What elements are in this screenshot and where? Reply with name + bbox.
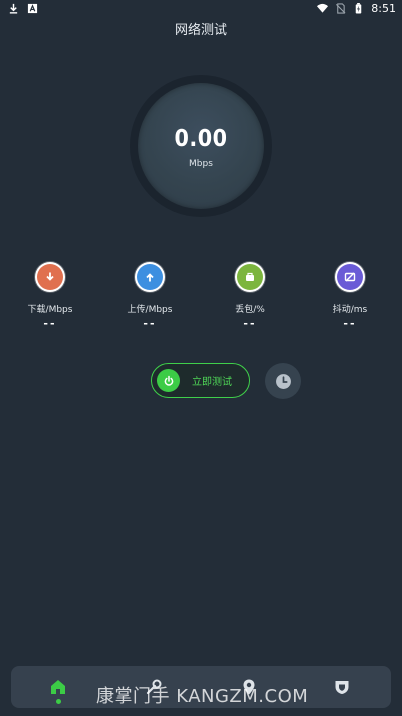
upload-arrow-icon xyxy=(137,264,163,290)
jitter-icon xyxy=(337,264,363,290)
status-bar: 8:51 xyxy=(0,0,402,18)
stat-packet-loss-label: 丢包/% xyxy=(235,305,265,315)
stat-packet-loss-value: -- xyxy=(243,317,257,330)
nav-active-indicator xyxy=(56,699,61,704)
packet-loss-icon xyxy=(237,264,263,290)
stat-download: 下载/Mbps -- xyxy=(0,264,100,330)
speed-unit: Mbps xyxy=(189,159,213,169)
download-icon xyxy=(9,3,18,14)
status-bar-right: 8:51 xyxy=(317,2,396,15)
battery-icon xyxy=(356,3,362,14)
stat-jitter-value: -- xyxy=(343,317,357,330)
nav-shield[interactable] xyxy=(332,677,352,697)
power-icon xyxy=(157,369,180,392)
speed-gauge: 0.00 Mbps xyxy=(130,75,272,217)
nav-home[interactable] xyxy=(48,677,68,697)
download-arrow-icon xyxy=(37,264,63,290)
stat-packet-loss: 丢包/% -- xyxy=(200,264,300,330)
stat-jitter: 抖动/ms -- xyxy=(300,264,400,330)
stat-download-value: -- xyxy=(43,317,57,330)
stat-upload: 上传/Mbps -- xyxy=(100,264,200,330)
start-test-button[interactable]: 立即测试 xyxy=(151,363,250,398)
stat-jitter-label: 抖动/ms xyxy=(332,305,368,315)
status-time: 8:51 xyxy=(371,2,396,15)
no-sim-icon xyxy=(336,3,346,14)
home-icon xyxy=(51,680,65,694)
watermark: 康掌门手 KANGZM.COM xyxy=(96,686,309,707)
start-test-label: 立即测试 xyxy=(192,377,232,388)
app-notification-icon xyxy=(27,3,38,14)
status-bar-left xyxy=(8,3,38,14)
history-button[interactable] xyxy=(265,363,301,399)
stat-upload-label: 上传/Mbps xyxy=(127,305,173,315)
stat-download-label: 下载/Mbps xyxy=(27,305,73,315)
stat-upload-value: -- xyxy=(143,317,157,330)
speed-value: 0.00 xyxy=(174,126,228,152)
shield-icon xyxy=(335,681,349,694)
speed-gauge-dial: 0.00 Mbps xyxy=(138,83,264,209)
clock-icon xyxy=(275,373,291,389)
wifi-icon xyxy=(317,3,329,13)
page-title: 网络测试 xyxy=(174,23,227,38)
